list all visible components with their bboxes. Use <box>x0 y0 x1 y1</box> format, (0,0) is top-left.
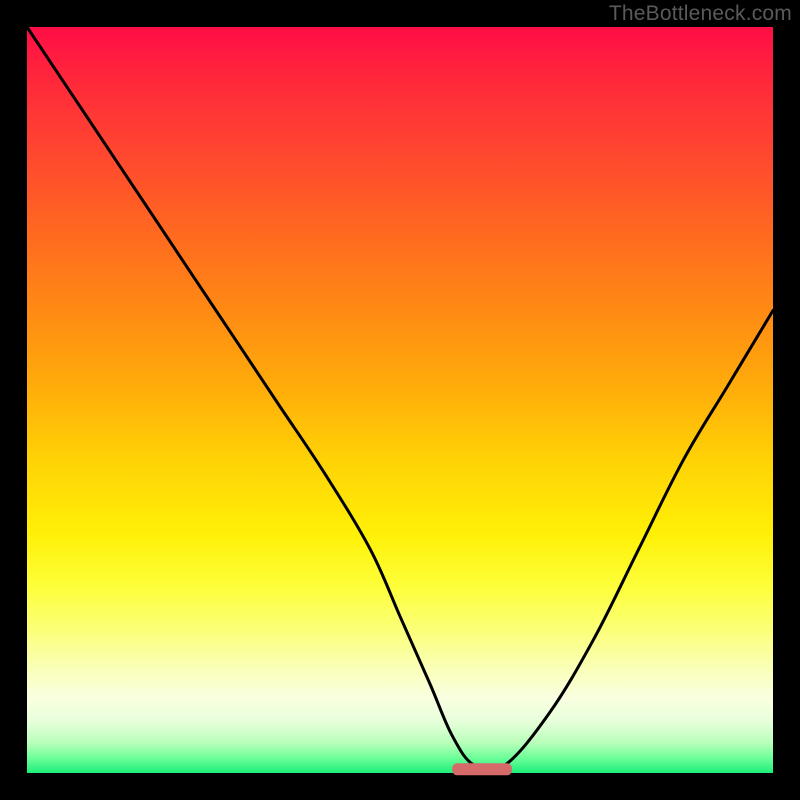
minimum-marker <box>452 763 512 775</box>
watermark-text: TheBottleneck.com <box>609 2 792 26</box>
chart-frame: TheBottleneck.com <box>0 0 800 800</box>
bottleneck-curve <box>27 27 773 771</box>
chart-svg <box>27 27 773 773</box>
